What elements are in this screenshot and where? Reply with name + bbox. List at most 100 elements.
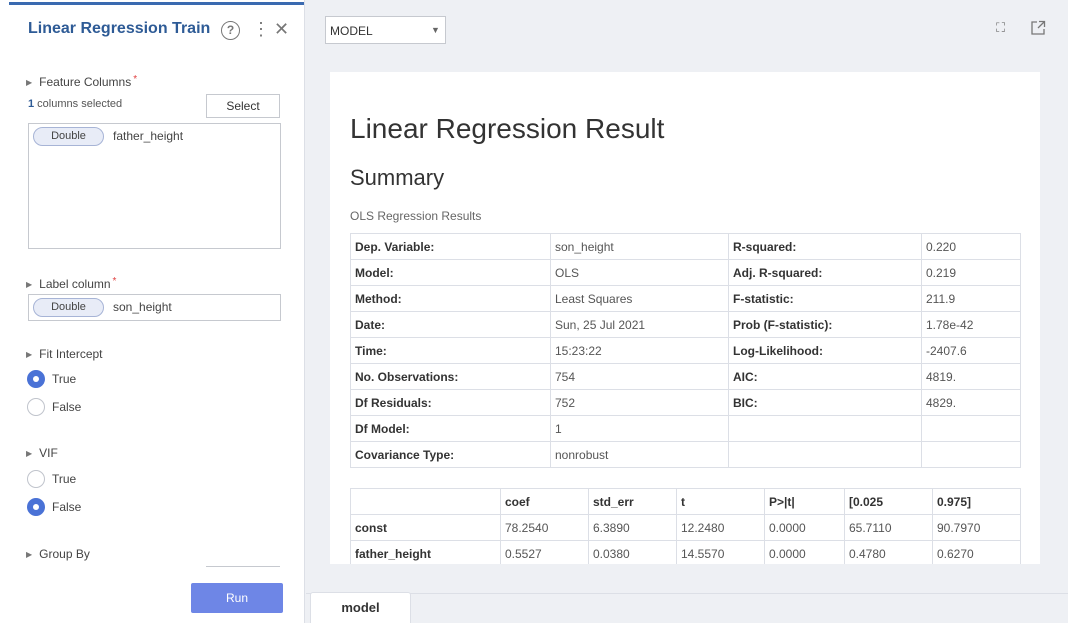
summary-key-cell: Adj. R-squared:: [728, 259, 922, 286]
coef-header-cell: [0.025: [844, 488, 933, 515]
coef-header-cell: [350, 488, 501, 515]
close-icon[interactable]: ✕: [274, 18, 289, 40]
caret-right-icon: ▶: [26, 350, 33, 359]
coef-header-cell: t: [676, 488, 765, 515]
coef-row: const 78.2540 6.3890 12.2480 0.0000 65.7110 90…: [350, 514, 1021, 541]
radio-label: True: [52, 372, 77, 386]
coef-value-cell: 0.0380: [588, 540, 677, 564]
radio-checked-icon: [27, 370, 45, 388]
summary-key-cell: No. Observations:: [350, 363, 551, 390]
more-options-icon[interactable]: ⋮: [252, 18, 270, 40]
summary-row: Df Residuals: 752 BIC: 4829.: [350, 389, 1021, 416]
summary-key-cell: Prob (F-statistic):: [728, 311, 922, 338]
summary-value-cell: 15:23:22: [550, 337, 729, 364]
summary-heading: Summary: [350, 165, 445, 190]
summary-key-cell: BIC:: [728, 389, 922, 416]
result-card: Linear Regression Result Summary OLS Reg…: [330, 72, 1040, 564]
coef-value-cell: 0.5527: [500, 540, 589, 564]
fullscreen-icon[interactable]: ⛶: [996, 20, 1005, 36]
panel-accent-bar: [9, 2, 304, 5]
summary-value-cell: 1.78e-42: [921, 311, 1021, 338]
summary-value-cell: Least Squares: [550, 285, 729, 312]
coef-value-cell: 90.7970: [932, 514, 1021, 541]
summary-row: Model: OLS Adj. R-squared: 0.219: [350, 259, 1021, 286]
summary-key-cell: Dep. Variable:: [350, 233, 551, 260]
fit-intercept-label: Fit Intercept: [39, 347, 103, 361]
summary-key-cell: Log-Likelihood:: [728, 337, 922, 364]
summary-key-cell: Method:: [350, 285, 551, 312]
help-icon[interactable]: ?: [221, 21, 240, 40]
summary-key-cell: Df Residuals:: [350, 389, 551, 416]
coef-header-cell: coef: [500, 488, 589, 515]
coef-value-cell: 0.4780: [844, 540, 933, 564]
summary-table: Dep. Variable: son_height R-squared: 0.220 M…: [350, 233, 1021, 468]
summary-value-cell: nonrobust: [550, 441, 729, 468]
tab-model[interactable]: model: [310, 592, 411, 623]
coef-value-cell: 78.2540: [500, 514, 589, 541]
type-pill: Double: [33, 298, 104, 317]
coef-term-cell: father_height: [350, 540, 501, 564]
model-select-dropdown[interactable]: MODEL ▼: [325, 16, 446, 44]
summary-value-cell: 211.9: [921, 285, 1021, 312]
coef-header-row: coef std_err t P>|t| [0.025 0.975]: [350, 488, 1021, 515]
summary-key-cell: Model:: [350, 259, 551, 286]
open-external-icon[interactable]: [1030, 20, 1046, 36]
group-by-label: Group By: [39, 547, 90, 561]
caret-right-icon: ▶: [26, 550, 33, 559]
summary-key-cell: R-squared:: [728, 233, 922, 260]
label-column-label: Label column: [39, 277, 111, 291]
group-by-section[interactable]: ▶ Group By: [26, 547, 90, 561]
summary-value-cell: son_height: [550, 233, 729, 260]
label-column-section[interactable]: ▶ Label column *: [26, 276, 116, 291]
feature-columns-section[interactable]: ▶ Feature Columns *: [26, 74, 137, 89]
coef-value-cell: 6.3890: [588, 514, 677, 541]
summary-row: Method: Least Squares F-statistic: 211.9: [350, 285, 1021, 312]
coef-row: father_height 0.5527 0.0380 14.5570 0.0000 0.…: [350, 540, 1021, 564]
summary-value-cell: [921, 415, 1021, 442]
summary-key-cell: [728, 415, 922, 442]
summary-key-cell: Df Model:: [350, 415, 551, 442]
summary-value-cell: 0.220: [921, 233, 1021, 260]
coefficients-table: coef std_err t P>|t| [0.025 0.975] const 78.254…: [350, 488, 1021, 564]
coef-value-cell: 14.5570: [676, 540, 765, 564]
summary-row: Dep. Variable: son_height R-squared: 0.220: [350, 233, 1021, 260]
vif-label: VIF: [39, 446, 58, 460]
group-by-field[interactable]: [206, 566, 280, 567]
required-mark: *: [133, 74, 138, 85]
radio-checked-icon: [27, 498, 45, 516]
caret-right-icon: ▶: [26, 280, 33, 289]
summary-row: Date: Sun, 25 Jul 2021 Prob (F-statistic):…: [350, 311, 1021, 338]
summary-value-cell: 752: [550, 389, 729, 416]
summary-row: Time: 15:23:22 Log-Likelihood: -2407.6: [350, 337, 1021, 364]
label-column-field[interactable]: Double son_height: [28, 294, 281, 321]
summary-value-cell: 4819.: [921, 363, 1021, 390]
panel-title: Linear Regression Train: [28, 20, 211, 37]
selected-count-suffix: columns selected: [34, 98, 123, 110]
select-columns-button[interactable]: Select: [206, 94, 280, 118]
coef-header-cell: P>|t|: [764, 488, 845, 515]
summary-value-cell: Sun, 25 Jul 2021: [550, 311, 729, 338]
linear-regression-panel: Linear Regression Train ? ⋮ ✕ ▶ Feature C…: [0, 0, 305, 623]
required-mark: *: [112, 276, 117, 287]
coef-header-cell: 0.975]: [932, 488, 1021, 515]
radio-unchecked-icon: [27, 398, 45, 416]
run-button[interactable]: Run: [191, 583, 283, 613]
summary-value-cell: [921, 441, 1021, 468]
coef-value-cell: 0.0000: [764, 514, 845, 541]
coef-value-cell: 12.2480: [676, 514, 765, 541]
summary-value-cell: 0.219: [921, 259, 1021, 286]
chevron-down-icon: ▼: [431, 25, 440, 35]
vif-section[interactable]: ▶ VIF: [26, 446, 58, 460]
table-caption: OLS Regression Results: [350, 209, 482, 223]
coef-header-cell: std_err: [588, 488, 677, 515]
summary-key-cell: Date:: [350, 311, 551, 338]
bottom-tab-bar: [306, 593, 1068, 623]
type-pill: Double: [33, 127, 104, 146]
coef-value-cell: 0.6270: [932, 540, 1021, 564]
fit-intercept-section[interactable]: ▶ Fit Intercept: [26, 347, 103, 361]
selected-count: 1 columns selected: [28, 98, 122, 110]
summary-key-cell: F-statistic:: [728, 285, 922, 312]
summary-value-cell: 4829.: [921, 389, 1021, 416]
coef-value-cell: 65.7110: [844, 514, 933, 541]
feature-column-item[interactable]: Double father_height: [29, 124, 279, 150]
